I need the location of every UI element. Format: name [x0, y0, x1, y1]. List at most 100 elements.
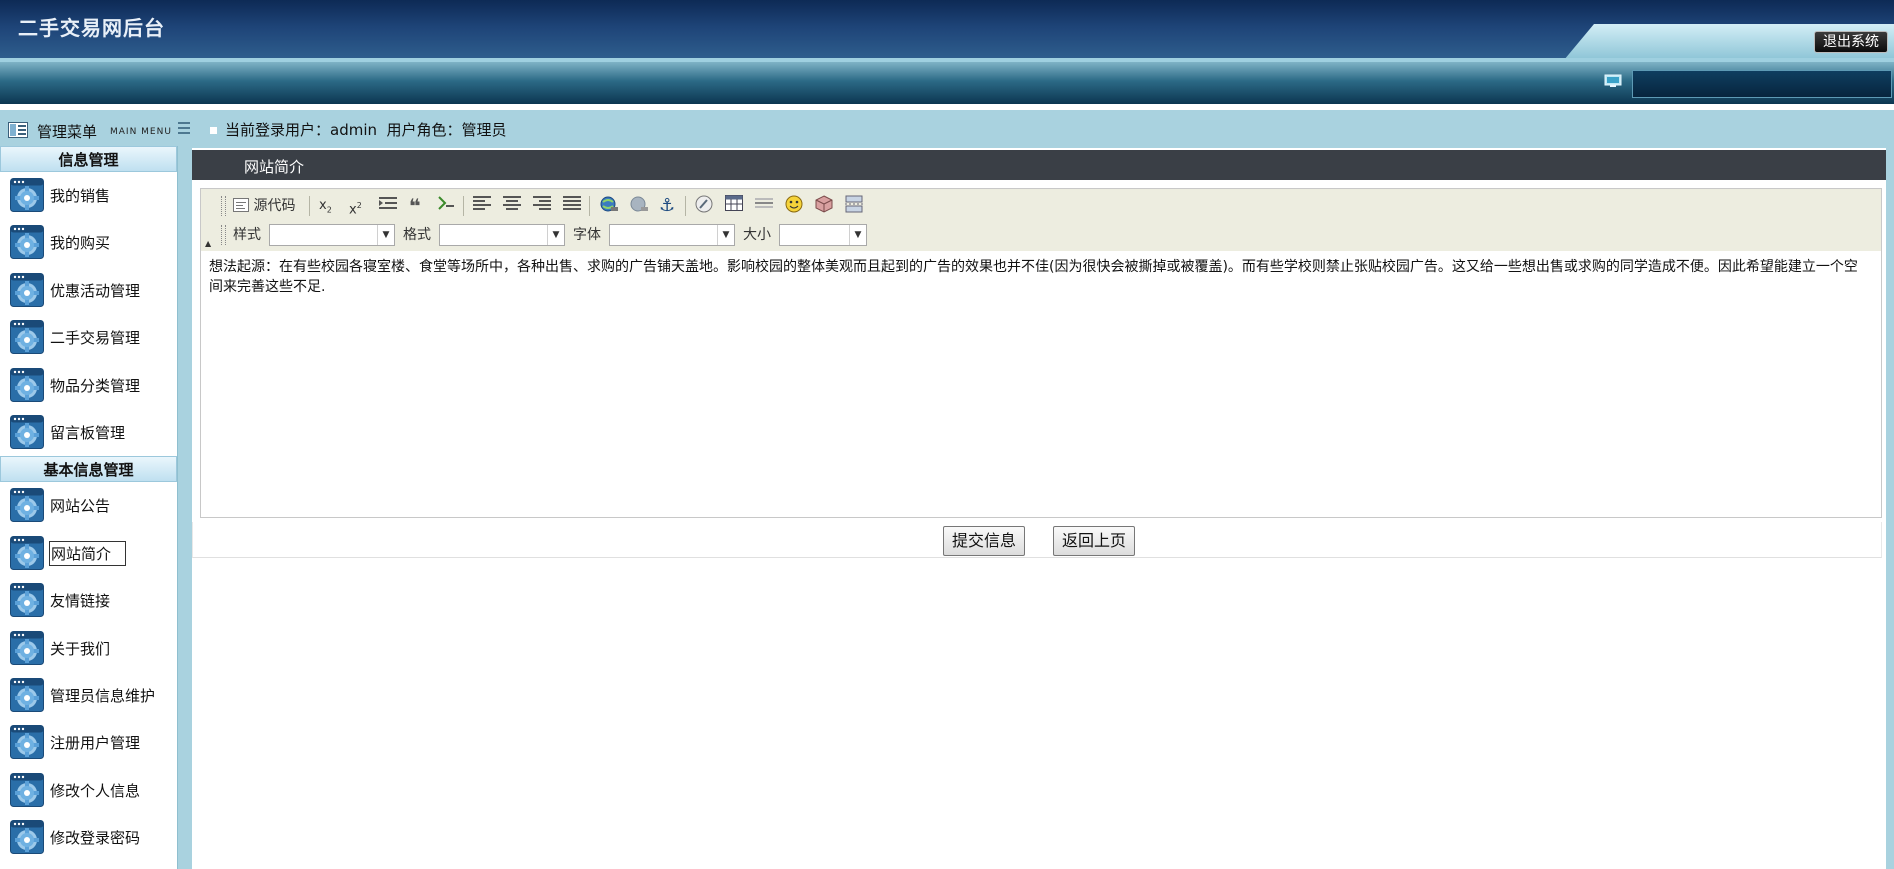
unlink-icon[interactable] [629, 195, 649, 217]
sidebar-item-announcements[interactable]: 网站公告 [0, 482, 177, 529]
toolbar-separator [463, 196, 464, 216]
menu-title: 管理菜单 [37, 123, 98, 141]
sidebar-item-label[interactable]: 网站公告 [50, 495, 110, 516]
subscript-icon[interactable]: x2 [319, 195, 332, 217]
gear-icon [10, 725, 44, 759]
chevron-down-icon: ▼ [849, 225, 866, 245]
sidebar-item-links[interactable]: 友情链接 [0, 577, 177, 624]
sidebar-item-my-sales[interactable]: 我的销售 [0, 172, 177, 219]
header: 二手交易网后台 退出系统 [0, 0, 1894, 60]
sidebar-item-about-us[interactable]: 关于我们 [0, 625, 177, 672]
user-info-bar: 当前登录用户：admin 用户角色：管理员 [210, 110, 507, 148]
toolbar-separator [685, 196, 686, 216]
sidebar-item-admin-info[interactable]: 管理员信息维护 [0, 672, 177, 719]
sidebar-item-label[interactable]: 修改登录密码 [50, 827, 140, 848]
sidebar-item-label[interactable]: 留言板管理 [50, 422, 125, 443]
style-select[interactable]: ▼ [269, 224, 395, 246]
toolbar-grip[interactable] [221, 225, 226, 245]
font-select[interactable]: ▼ [609, 224, 735, 246]
link-icon[interactable] [599, 195, 619, 217]
app-title: 二手交易网后台 [18, 16, 165, 40]
rich-text-editor: ▲ 源代码 x2 x2 ❝ ⚓ 样式 ▼ 格式 ▼ 字体 ▼ 大小 ▼ 想法起源… [200, 188, 1882, 518]
sidebar-item-profile[interactable]: 修改个人信息 [0, 767, 177, 814]
size-select[interactable]: ▼ [779, 224, 867, 246]
format-label: 格式 [403, 227, 431, 243]
sidebar-section-basic[interactable]: 基本信息管理 [0, 456, 177, 483]
source-icon [233, 198, 249, 212]
anchor-icon[interactable]: ⚓ [659, 195, 675, 217]
sidebar-header: 管理菜单 MAIN MENU [0, 110, 190, 148]
logout-button[interactable]: 退出系统 [1814, 31, 1888, 53]
sidebar-item-promotions[interactable]: 优惠活动管理 [0, 267, 177, 314]
page-break-icon[interactable] [845, 195, 863, 217]
back-button[interactable]: 返回上页 [1053, 526, 1136, 556]
editor-content-area[interactable]: 想法起源：在有些校园各寝室楼、食堂等场所中，各种出售、求购的广告铺天盖地。影响校… [201, 251, 1881, 517]
sidebar-item-categories[interactable]: 物品分类管理 [0, 362, 177, 409]
sidebar-item-label[interactable]: 友情链接 [50, 590, 110, 611]
sidebar-item-label[interactable]: 关于我们 [50, 638, 110, 659]
chevron-down-icon: ▼ [717, 225, 734, 245]
gear-icon [10, 631, 44, 665]
sidebar-item-guestbook[interactable]: 留言板管理 [0, 409, 177, 456]
sidebar-item-site-intro[interactable]: 网站简介 [0, 530, 177, 577]
collapse-toolbar-icon[interactable]: ▲ [205, 239, 211, 248]
sidebar-item-my-purchases[interactable]: 我的购买 [0, 219, 177, 266]
sidebar-item-users[interactable]: 注册用户管理 [0, 719, 177, 766]
size-label: 大小 [743, 227, 771, 243]
gear-icon [10, 488, 44, 522]
indent-icon[interactable] [379, 195, 397, 217]
content-panel: 网站简介 ▲ 源代码 x2 x2 ❝ ⚓ 样式 ▼ 格式 ▼ 字体 ▼ 大小 ▼… [192, 148, 1886, 869]
gear-icon [10, 536, 44, 570]
top-band [0, 62, 1894, 104]
chevron-down-icon: ▼ [547, 225, 564, 245]
table-icon[interactable] [725, 195, 743, 217]
gear-icon [10, 583, 44, 617]
sidebar-item-label[interactable]: 二手交易管理 [50, 327, 140, 348]
source-button[interactable]: 源代码 [233, 195, 295, 217]
sidebar-section-info[interactable]: 信息管理 [0, 146, 177, 172]
sidebar-item-label[interactable]: 我的销售 [50, 185, 110, 206]
toolbar-grip[interactable] [221, 196, 226, 216]
sidebar-item-label[interactable]: 注册用户管理 [50, 732, 140, 753]
action-bar: 提交信息 返回上页 [192, 522, 1882, 558]
chevron-down-icon: ▼ [377, 225, 394, 245]
gear-icon [10, 178, 44, 212]
align-left-icon[interactable] [473, 195, 491, 217]
source-label: 源代码 [253, 198, 296, 214]
sidebar-item-label[interactable]: 优惠活动管理 [50, 280, 140, 301]
sidebar-item-label[interactable]: 管理员信息维护 [50, 685, 155, 706]
sidebar-item-label[interactable]: 网站简介 [49, 540, 127, 566]
special-char-icon[interactable] [815, 195, 833, 217]
align-right-icon[interactable] [533, 195, 551, 217]
align-center-icon[interactable] [503, 195, 521, 217]
sidebar-item-label[interactable]: 修改个人信息 [50, 780, 140, 801]
show-blocks-icon[interactable] [437, 195, 455, 217]
menu-subtitle: MAIN MENU [110, 127, 172, 137]
current-user-label: 当前登录用户：admin 用户角色：管理员 [225, 121, 507, 139]
sidebar-item-label[interactable]: 物品分类管理 [50, 375, 140, 396]
align-justify-icon[interactable] [563, 195, 581, 217]
menu-toggle-icon[interactable] [178, 120, 190, 136]
gear-icon [10, 273, 44, 307]
style-label: 样式 [233, 227, 261, 243]
sidebar-item-trades[interactable]: 二手交易管理 [0, 314, 177, 361]
monitor-icon [1604, 74, 1622, 87]
horizontal-rule-icon[interactable] [755, 195, 773, 217]
blockquote-icon[interactable]: ❝ [409, 195, 421, 217]
toolbar-separator [309, 196, 310, 216]
editor-text[interactable]: 想法起源：在有些校园各寝室楼、食堂等场所中，各种出售、求购的广告铺天盖地。影响校… [209, 257, 1869, 297]
toolbar-separator [589, 196, 590, 216]
format-select[interactable]: ▼ [439, 224, 565, 246]
flash-icon[interactable] [695, 195, 713, 217]
page-title: 网站简介 [244, 158, 305, 176]
gear-icon [10, 678, 44, 712]
superscript-icon[interactable]: x2 [349, 195, 362, 217]
gear-icon [10, 820, 44, 854]
smiley-icon[interactable] [785, 195, 803, 217]
sidebar-item-password[interactable]: 修改登录密码 [0, 814, 177, 861]
sidebar-item-label[interactable]: 我的购买 [50, 232, 110, 253]
gear-icon [10, 320, 44, 354]
editor-toolbar: ▲ 源代码 x2 x2 ❝ ⚓ 样式 ▼ 格式 ▼ 字体 ▼ 大小 ▼ [201, 189, 1881, 252]
submit-button[interactable]: 提交信息 [943, 526, 1026, 556]
menu-icon [8, 122, 28, 138]
